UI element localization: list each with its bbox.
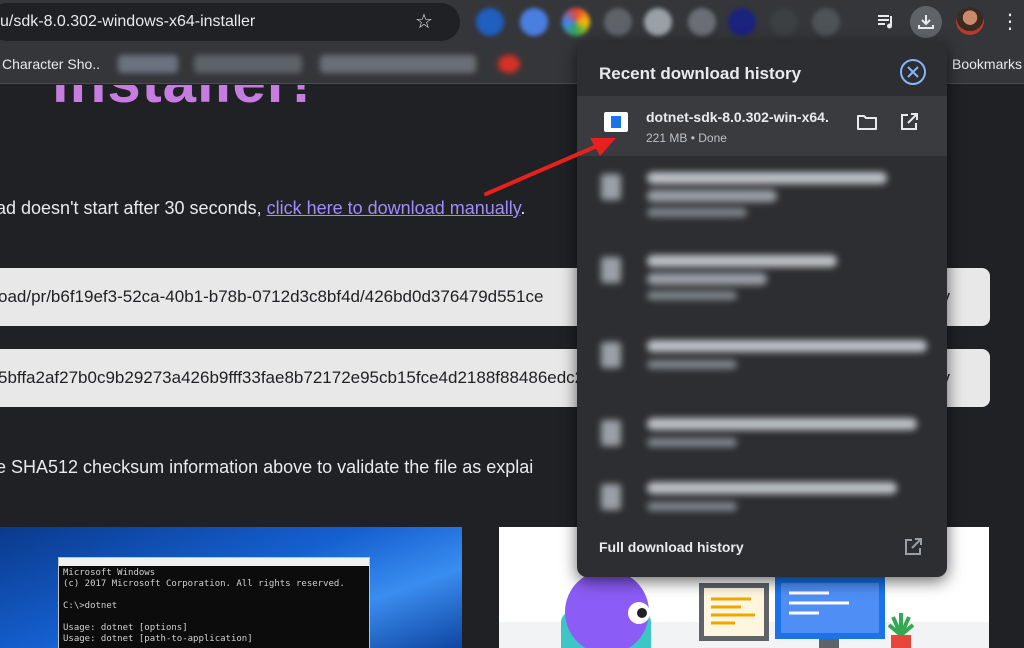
page-title: installer! xyxy=(52,85,312,116)
star-icon[interactable]: ☆ xyxy=(412,10,436,34)
download-filename[interactable]: dotnet-sdk-8.0.302-win-x64. xyxy=(646,109,829,125)
open-external-icon[interactable] xyxy=(897,110,921,134)
address-url[interactable]: u/sdk-8.0.302-windows-x64-installer xyxy=(0,13,255,31)
checksum-instructions: e SHA512 checksum information above to v… xyxy=(0,457,534,477)
manual-download-text: ad doesn't start after 30 seconds, click… xyxy=(0,198,526,218)
close-icon[interactable] xyxy=(900,59,926,85)
bookmark-item[interactable] xyxy=(320,55,476,73)
command-prompt-image: Microsoft Windows (c) 2017 Microsoft Cor… xyxy=(0,527,462,648)
manual-download-link[interactable]: click here to download manually xyxy=(267,198,521,218)
extension-icon[interactable] xyxy=(688,8,716,36)
extension-icon[interactable] xyxy=(644,8,672,36)
blurred-download-item[interactable] xyxy=(577,410,947,470)
bookmark-item[interactable] xyxy=(118,55,178,73)
address-bar[interactable]: u/sdk-8.0.302-windows-x64-installer ☆ xyxy=(0,3,460,41)
blurred-download-item[interactable] xyxy=(577,474,947,534)
cmd-titlebar xyxy=(59,558,369,566)
download-history-panel: Recent download history dotnet-sdk-8.0.3… xyxy=(577,42,947,577)
extension-icon[interactable] xyxy=(728,8,756,36)
extension-icon[interactable] xyxy=(476,8,504,36)
bookmark-character-shop[interactable]: Character Sho.. xyxy=(2,56,100,72)
bookmark-item[interactable] xyxy=(498,55,520,73)
open-external-icon[interactable] xyxy=(901,535,925,559)
checksum-value[interactable]: 5bffa2af27b0c9b29273a426b9fff33fae8b7217… xyxy=(0,368,584,388)
blurred-download-item[interactable] xyxy=(577,247,947,307)
more-vert-icon[interactable]: ⋮ xyxy=(1000,10,1020,34)
full-download-history-link[interactable]: Full download history xyxy=(599,539,744,555)
direct-link-value[interactable]: oad/pr/b6f19ef3-52ca-40b1-b78b-0712d3c8b… xyxy=(0,287,543,307)
installer-file-icon xyxy=(604,112,628,132)
extension-icon[interactable] xyxy=(812,8,840,36)
cmd-output: Microsoft Windows (c) 2017 Microsoft Cor… xyxy=(63,568,345,644)
bookmark-item[interactable] xyxy=(194,55,302,73)
cmd-window: Microsoft Windows (c) 2017 Microsoft Cor… xyxy=(58,557,370,648)
panel-title: Recent download history xyxy=(599,64,802,83)
extension-icon[interactable] xyxy=(520,8,548,36)
download-meta: 221 MB • Done xyxy=(646,131,727,145)
profile-avatar[interactable] xyxy=(956,7,984,35)
download-icon[interactable] xyxy=(910,6,942,38)
extension-icon[interactable] xyxy=(562,8,590,36)
extension-icon[interactable] xyxy=(604,8,632,36)
blurred-download-item[interactable] xyxy=(577,164,947,224)
extension-icon[interactable] xyxy=(770,8,798,36)
media-queue-icon[interactable] xyxy=(870,6,902,38)
browser-toolbar: u/sdk-8.0.302-windows-x64-installer ☆ ⋮ xyxy=(0,0,1024,44)
download-item[interactable]: dotnet-sdk-8.0.302-win-x64. 221 MB • Don… xyxy=(577,96,947,156)
bookmarks-folder[interactable]: Bookmarks xyxy=(952,56,1022,72)
folder-icon[interactable] xyxy=(855,110,879,134)
blurred-download-item[interactable] xyxy=(577,332,947,392)
